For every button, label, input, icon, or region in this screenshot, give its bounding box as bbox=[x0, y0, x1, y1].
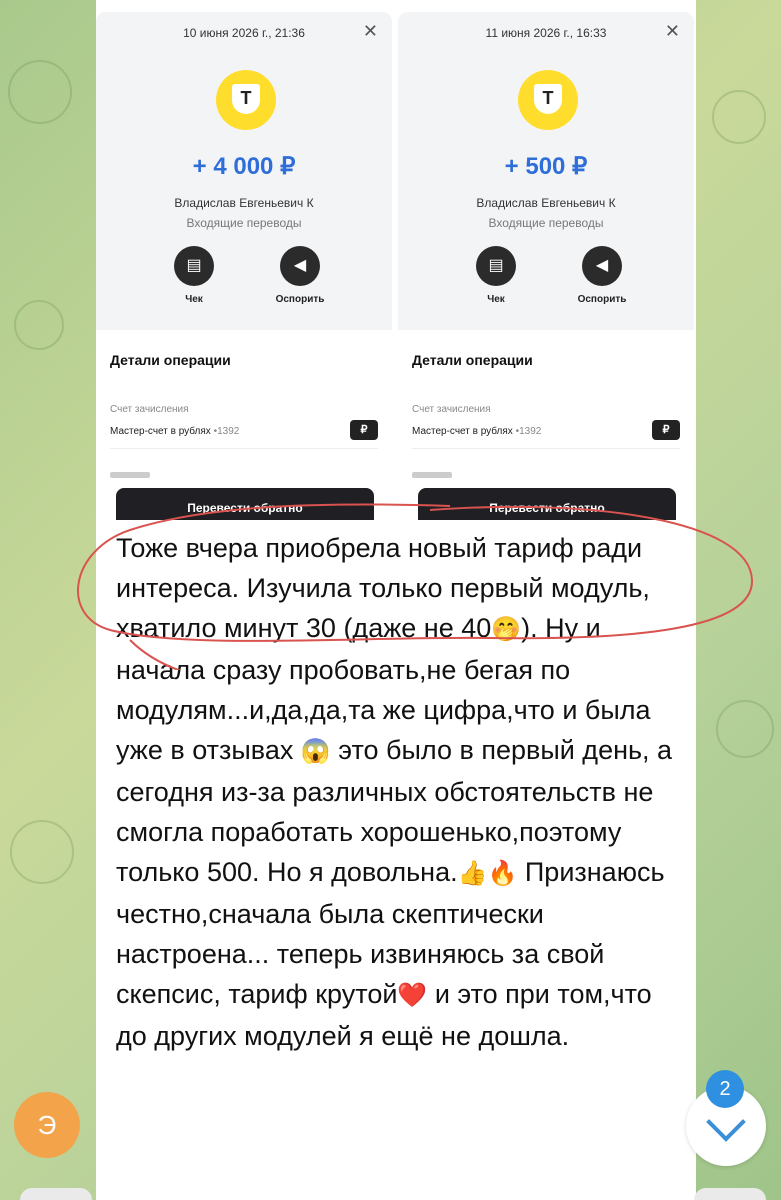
sender-name: Владислав Евгеньевич К bbox=[476, 196, 616, 210]
next-message-edge bbox=[20, 1188, 92, 1200]
divider bbox=[412, 448, 680, 449]
megaphone-icon: ◀ bbox=[582, 246, 622, 286]
transfer-amount: + 4 000 ₽ bbox=[192, 153, 296, 180]
account-mask: •1392 bbox=[213, 426, 240, 437]
receipt-icon: ▤ bbox=[174, 246, 214, 286]
receipt-icon: ▤ bbox=[476, 246, 516, 286]
currency-badge: ₽ bbox=[652, 420, 680, 440]
receipt-card: 10 июня 2026 г., 21:36 ✕ Т + 4 000 ₽ Вла… bbox=[96, 12, 392, 520]
close-icon[interactable]: ✕ bbox=[665, 22, 680, 40]
receipt-button[interactable]: ▤ Чек bbox=[456, 246, 536, 305]
cut-off-text bbox=[412, 472, 452, 478]
emoji-hand-over-mouth: 🤭 bbox=[491, 616, 522, 643]
account-name: Мастер-счет в рублях bbox=[110, 426, 211, 437]
receipt-card: 11 июня 2026 г., 16:33 ✕ Т + 500 ₽ Влади… bbox=[398, 12, 694, 520]
account-mask: •1392 bbox=[515, 426, 542, 437]
currency-badge: ₽ bbox=[350, 420, 378, 440]
chat-message-bubble: 10 июня 2026 г., 21:36 ✕ Т + 4 000 ₽ Вла… bbox=[96, 0, 696, 1200]
dispute-button-label: Оспорить bbox=[275, 294, 325, 305]
bank-logo: Т bbox=[216, 70, 276, 130]
background-doodle bbox=[712, 90, 766, 144]
transfer-back-button[interactable]: Перевести обратно bbox=[116, 488, 374, 520]
dispute-button[interactable]: ◀ Оспорить bbox=[260, 246, 340, 305]
emoji-thumbs-fire: 👍🔥 bbox=[457, 860, 518, 887]
bank-logo: Т bbox=[518, 70, 578, 130]
receipt-screenshots: 10 июня 2026 г., 21:36 ✕ Т + 4 000 ₽ Вла… bbox=[96, 0, 696, 520]
receipt-date: 11 июня 2026 г., 16:33 bbox=[485, 26, 607, 40]
account-label: Счет зачисления bbox=[110, 404, 189, 415]
receipt-button-label: Чек bbox=[487, 294, 505, 305]
message-text: Тоже вчера приобрела новый тариф ради ин… bbox=[116, 528, 676, 1056]
background-doodle bbox=[10, 820, 74, 884]
account-name: Мастер-счет в рублях bbox=[412, 426, 513, 437]
dispute-button-label: Оспорить bbox=[577, 294, 627, 305]
transfer-category: Входящие переводы bbox=[186, 216, 302, 230]
emoji-heart: ❤️ bbox=[397, 982, 428, 1009]
transfer-category: Входящие переводы bbox=[488, 216, 604, 230]
details-title: Детали операции bbox=[412, 352, 533, 368]
avatar[interactable]: Э bbox=[14, 1092, 80, 1158]
transfer-amount: + 500 ₽ bbox=[504, 153, 588, 180]
next-message-edge bbox=[694, 1188, 766, 1200]
receipt-header: 11 июня 2026 г., 16:33 ✕ Т + 500 ₽ Влади… bbox=[398, 12, 694, 330]
emoji-scream: 😱 bbox=[300, 738, 331, 765]
receipt-header: 10 июня 2026 г., 21:36 ✕ Т + 4 000 ₽ Вла… bbox=[96, 12, 392, 330]
bank-logo-letter: Т bbox=[232, 84, 260, 114]
background-doodle bbox=[8, 60, 72, 124]
transfer-back-button[interactable]: Перевести обратно bbox=[418, 488, 676, 520]
background-doodle bbox=[14, 300, 64, 350]
account-value: Мастер-счет в рублях •1392 bbox=[110, 426, 239, 437]
receipt-button[interactable]: ▤ Чек bbox=[154, 246, 234, 305]
sender-name: Владислав Евгеньевич К bbox=[174, 196, 314, 210]
cut-off-text bbox=[110, 472, 150, 478]
receipt-button-label: Чек bbox=[185, 294, 203, 305]
close-icon[interactable]: ✕ bbox=[363, 22, 378, 40]
operation-details: Детали операции Счет зачисления Мастер-с… bbox=[96, 330, 392, 520]
bank-logo-letter: Т bbox=[534, 84, 562, 114]
dispute-button[interactable]: ◀ Оспорить bbox=[562, 246, 642, 305]
chevron-down-icon bbox=[706, 1102, 746, 1142]
megaphone-icon: ◀ bbox=[280, 246, 320, 286]
account-label: Счет зачисления bbox=[412, 404, 491, 415]
account-value: Мастер-счет в рублях •1392 bbox=[412, 426, 541, 437]
next-message-edge bbox=[110, 1186, 690, 1200]
unread-count-badge: 2 bbox=[706, 1070, 744, 1108]
operation-details: Детали операции Счет зачисления Мастер-с… bbox=[398, 330, 694, 520]
divider bbox=[110, 448, 378, 449]
receipt-date: 10 июня 2026 г., 21:36 bbox=[183, 26, 305, 40]
background-doodle bbox=[716, 700, 774, 758]
details-title: Детали операции bbox=[110, 352, 231, 368]
